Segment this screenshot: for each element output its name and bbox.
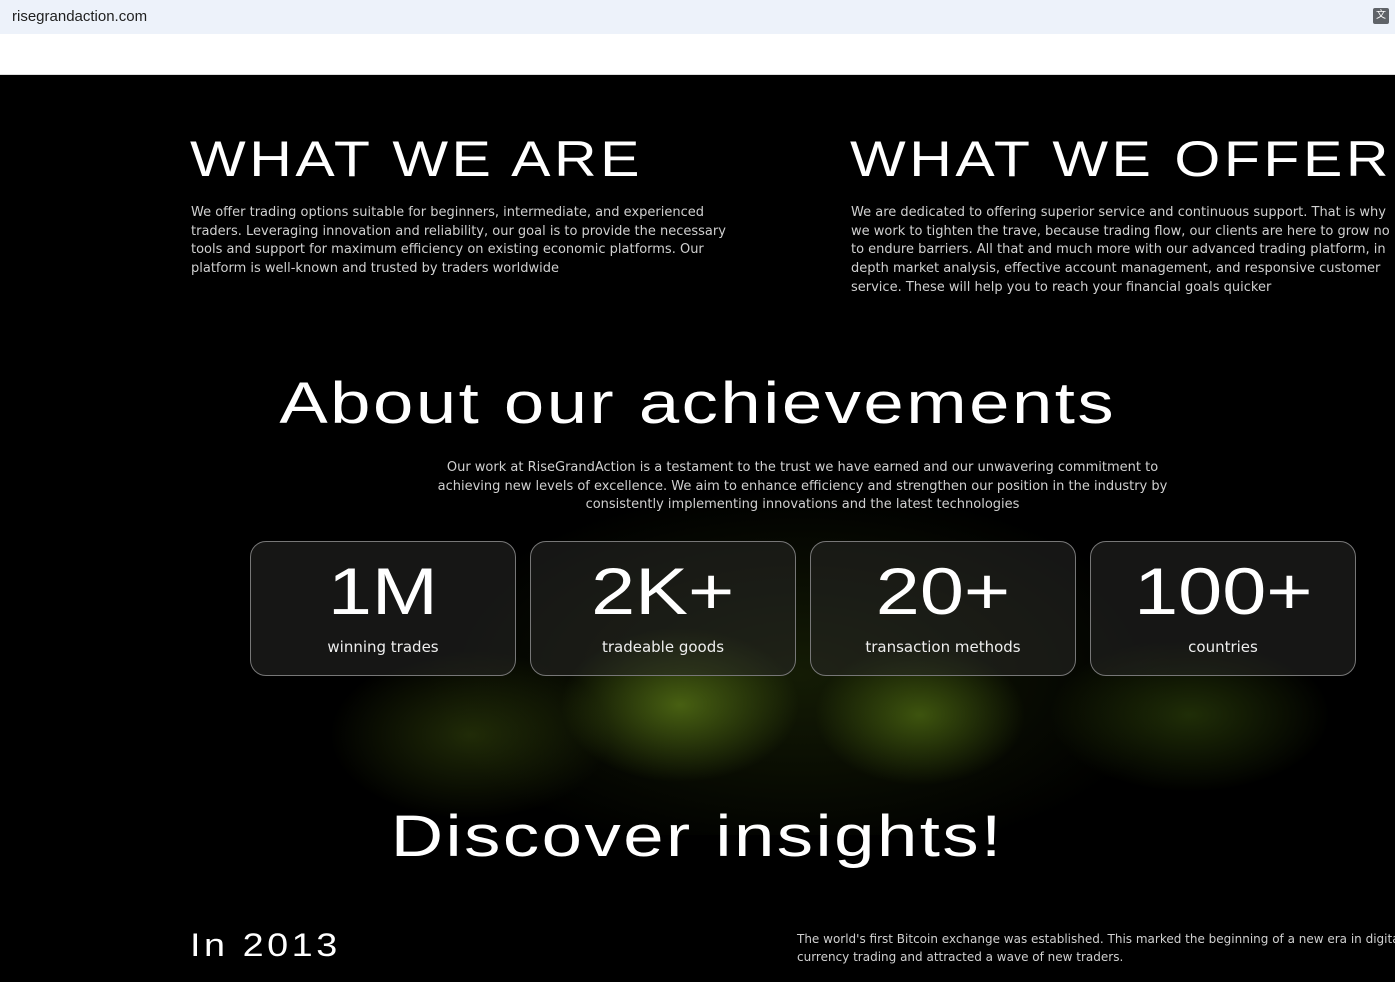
text-line: platform is well-known and trusted by tr… xyxy=(191,261,559,277)
address-bar[interactable]: risegrandaction.com 文 xyxy=(0,0,1395,34)
stat-value: 1M xyxy=(327,554,439,628)
site-header xyxy=(0,34,1395,75)
what-we-are-title: WHAT WE ARE xyxy=(190,131,644,187)
stat-value: 20+ xyxy=(875,554,1011,628)
stats-cards: 1M winning trades 2K+ tradeable goods 20+ t… xyxy=(250,541,1356,676)
url-text[interactable]: risegrandaction.com xyxy=(12,8,147,25)
stat-value: 100+ xyxy=(1133,554,1313,628)
achievements-text: Our work at RiseGrandAction is a testame… xyxy=(0,459,1395,515)
text-line: service. These will help you to reach yo… xyxy=(851,279,1272,295)
stat-card: 100+ countries xyxy=(1090,541,1356,676)
what-we-offer-title: WHAT WE OFFER xyxy=(850,131,1393,187)
text-line: to endure barriers. All that and much mo… xyxy=(851,242,1386,258)
text-line: we work to tighten the trave, because tr… xyxy=(851,223,1390,239)
text-line: The world's first Bitcoin exchange was e… xyxy=(797,932,1395,946)
text-line: tools and support for maximum efficiency… xyxy=(191,242,704,258)
text-line: currency trading and attracted a wave of… xyxy=(797,950,1124,964)
text-line: Our work at RiseGrandAction is a testame… xyxy=(446,460,1159,475)
text-line: consistently implementing innovations an… xyxy=(585,497,1020,513)
stat-card: 1M winning trades xyxy=(250,541,516,676)
page-content: WHAT WE ARE We offer trading options sui… xyxy=(0,75,1395,982)
stat-card: 20+ transaction methods xyxy=(810,541,1076,676)
stat-label: countries xyxy=(1188,638,1258,656)
text-line: We offer trading options suitable for be… xyxy=(191,205,704,220)
what-we-are-text: We offer trading options suitable for be… xyxy=(191,204,726,279)
insight-year: In 2013 xyxy=(190,927,341,963)
insight-text: The world's first Bitcoin exchange was e… xyxy=(797,930,1395,966)
insights-title: Discover insights! xyxy=(390,804,1005,869)
stat-value: 2K+ xyxy=(591,554,735,628)
what-we-offer-text: We are dedicated to offering superior se… xyxy=(851,204,1390,298)
stat-card: 2K+ tradeable goods xyxy=(530,541,796,676)
stat-label: winning trades xyxy=(327,638,439,656)
translate-icon[interactable]: 文 xyxy=(1373,8,1389,24)
text-line: traders. Leveraging innovation and relia… xyxy=(191,223,726,239)
stat-label: transaction methods xyxy=(865,638,1021,656)
text-line: We are dedicated to offering superior se… xyxy=(851,205,1386,220)
stat-label: tradeable goods xyxy=(601,638,725,656)
text-line: achieving new levels of excellence. We a… xyxy=(437,478,1168,494)
text-line: depth market analysis, effective account… xyxy=(851,261,1381,277)
achievements-title: About our achievements xyxy=(279,371,1116,436)
